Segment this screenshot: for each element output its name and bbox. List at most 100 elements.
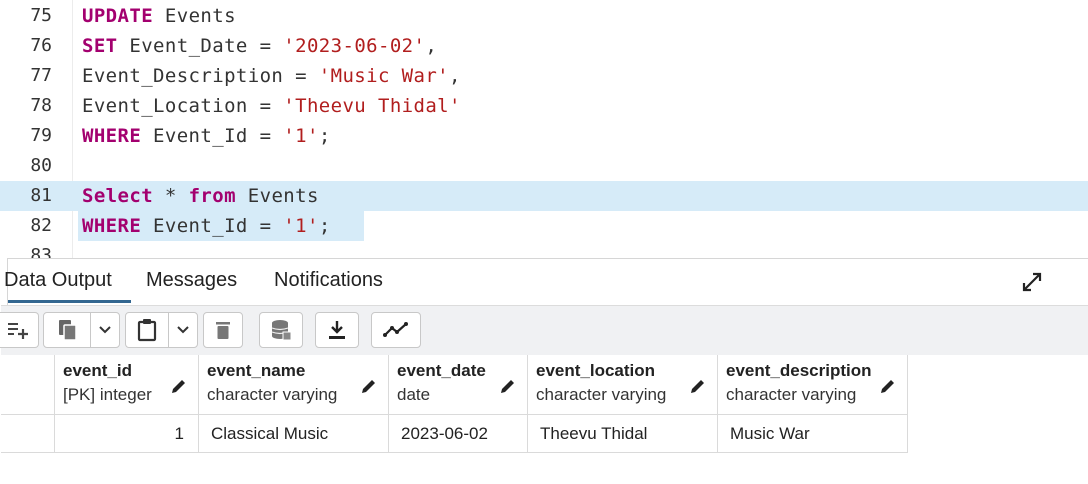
sql-string: '2023-06-02'	[283, 35, 426, 57]
line-number: 82	[30, 215, 52, 236]
edit-pencil-icon[interactable]	[689, 377, 707, 395]
paste-icon	[137, 319, 157, 342]
line-number: 78	[30, 95, 52, 116]
tab-messages[interactable]: Messages	[146, 269, 237, 292]
add-row-icon	[7, 323, 28, 339]
column-header-event-name[interactable]: event_name character varying	[199, 355, 389, 415]
table-cell-event-id[interactable]: 1	[55, 415, 199, 453]
table-cell-event-name[interactable]: Classical Music	[199, 415, 389, 453]
column-header-event-date[interactable]: event_date date	[389, 355, 528, 415]
code-text: WHERE Event_Id = '1';	[82, 121, 331, 151]
sql-keyword: WHERE	[82, 125, 142, 147]
sql-keyword: Select	[82, 185, 154, 207]
line-number: 77	[30, 65, 52, 86]
save-data-icon	[271, 320, 292, 341]
line-number: 75	[30, 5, 52, 26]
copy-icon	[59, 320, 77, 341]
code-line[interactable]: 83	[0, 241, 1088, 258]
graph-icon	[383, 322, 408, 337]
copy-options-button[interactable]	[90, 312, 120, 348]
column-name: event_date	[397, 361, 486, 380]
sql-token: Event_Id =	[141, 215, 284, 237]
code-line[interactable]: 77 Event_Description = 'Music War',	[0, 61, 1088, 91]
data-toolbar	[0, 305, 1088, 357]
code-line[interactable]: 78 Event_Location = 'Theevu Thidal'	[0, 91, 1088, 121]
code-line[interactable]: 79 WHERE Event_Id = '1';	[0, 121, 1088, 151]
code-text: Event_Location = 'Theevu Thidal'	[82, 91, 461, 121]
sql-string: 'Music War'	[318, 65, 450, 87]
save-data-button[interactable]	[259, 312, 303, 348]
sql-token: ,	[425, 35, 438, 57]
sql-token: Events	[235, 185, 319, 207]
code-text: UPDATE Events	[82, 1, 236, 31]
sql-token: Event_Description =	[82, 65, 319, 87]
column-type: character varying	[207, 385, 338, 404]
graph-visualiser-button[interactable]	[371, 312, 421, 348]
add-row-button[interactable]	[0, 312, 39, 348]
sql-token: Event_Location =	[82, 95, 284, 117]
code-text: WHERE Event_Id = '1';	[82, 211, 331, 241]
output-panel: Data Output Messages Notifications event…	[0, 258, 1088, 484]
column-name: event_id	[63, 361, 132, 380]
column-type: character varying	[536, 385, 667, 404]
line-number: 83	[30, 245, 52, 258]
code-text: SET Event_Date = '2023-06-02',	[82, 31, 437, 61]
expand-icon[interactable]	[1021, 271, 1043, 293]
sql-keyword: WHERE	[82, 215, 142, 237]
code-line[interactable]: 76 SET Event_Date = '2023-06-02',	[0, 31, 1088, 61]
chevron-down-icon	[177, 326, 189, 334]
sql-string: '1'	[283, 125, 319, 147]
edit-pencil-icon[interactable]	[170, 377, 188, 395]
column-name: event_description	[726, 361, 872, 380]
sql-token: Events	[153, 5, 236, 27]
paste-button[interactable]	[125, 312, 169, 348]
delete-icon	[216, 322, 230, 339]
sql-editor[interactable]: 75 UPDATE Events 76 SET Event_Date = '2023-…	[0, 0, 1088, 258]
sql-keyword: UPDATE	[82, 5, 154, 27]
copy-button[interactable]	[43, 312, 91, 348]
output-tabs: Data Output Messages Notifications	[4, 259, 1088, 305]
edit-pencil-icon[interactable]	[360, 377, 378, 395]
column-name: event_name	[207, 361, 306, 380]
code-line[interactable]: 75 UPDATE Events	[0, 1, 1088, 31]
edit-pencil-icon[interactable]	[879, 377, 897, 395]
paste-options-button[interactable]	[168, 312, 198, 348]
line-number: 80	[30, 155, 52, 176]
column-header-event-id[interactable]: event_id [PK] integer	[55, 355, 199, 415]
code-line[interactable]: 81 Select * from Events	[0, 181, 1088, 211]
column-type: [PK] integer	[63, 385, 152, 404]
select-all-cell[interactable]	[1, 355, 55, 415]
sql-token: ;	[318, 125, 331, 147]
sql-string: 'Theevu Thidal'	[283, 95, 461, 117]
row-number-cell[interactable]	[1, 415, 55, 453]
chevron-down-icon	[99, 326, 111, 334]
column-header-event-description[interactable]: event_description character varying	[718, 355, 908, 415]
row-header-column	[1, 355, 55, 453]
table-cell-event-description[interactable]: Music War	[718, 415, 908, 453]
column-name: event_location	[536, 361, 656, 380]
table-cell-event-location[interactable]: Theevu Thidal	[528, 415, 718, 453]
sql-keyword: SET	[82, 35, 118, 57]
sql-string: '1'	[283, 215, 319, 237]
result-grid: event_id [PK] integer event_name charact…	[1, 355, 1088, 484]
line-number: 76	[30, 35, 52, 56]
sql-token: ;	[318, 215, 331, 237]
delete-button[interactable]	[203, 312, 243, 348]
column-type: character varying	[726, 385, 857, 404]
code-text: Select * from Events	[82, 181, 319, 211]
line-number: 81	[30, 185, 52, 206]
sql-token: Event_Date =	[117, 35, 284, 57]
download-button[interactable]	[315, 312, 359, 348]
column-header-event-location[interactable]: event_location character varying	[528, 355, 718, 415]
sql-token: ,	[449, 65, 461, 87]
code-line[interactable]: 80	[0, 151, 1088, 181]
tab-data-output[interactable]: Data Output	[4, 269, 112, 292]
column-type: date	[397, 385, 431, 404]
table-cell-event-date[interactable]: 2023-06-02	[389, 415, 528, 453]
tab-notifications[interactable]: Notifications	[274, 269, 383, 292]
sql-token: Event_Id =	[141, 125, 284, 147]
download-icon	[329, 321, 345, 339]
code-line[interactable]: 82 WHERE Event_Id = '1';	[0, 211, 1088, 241]
edit-pencil-icon[interactable]	[499, 377, 517, 395]
sql-token: *	[153, 185, 189, 207]
